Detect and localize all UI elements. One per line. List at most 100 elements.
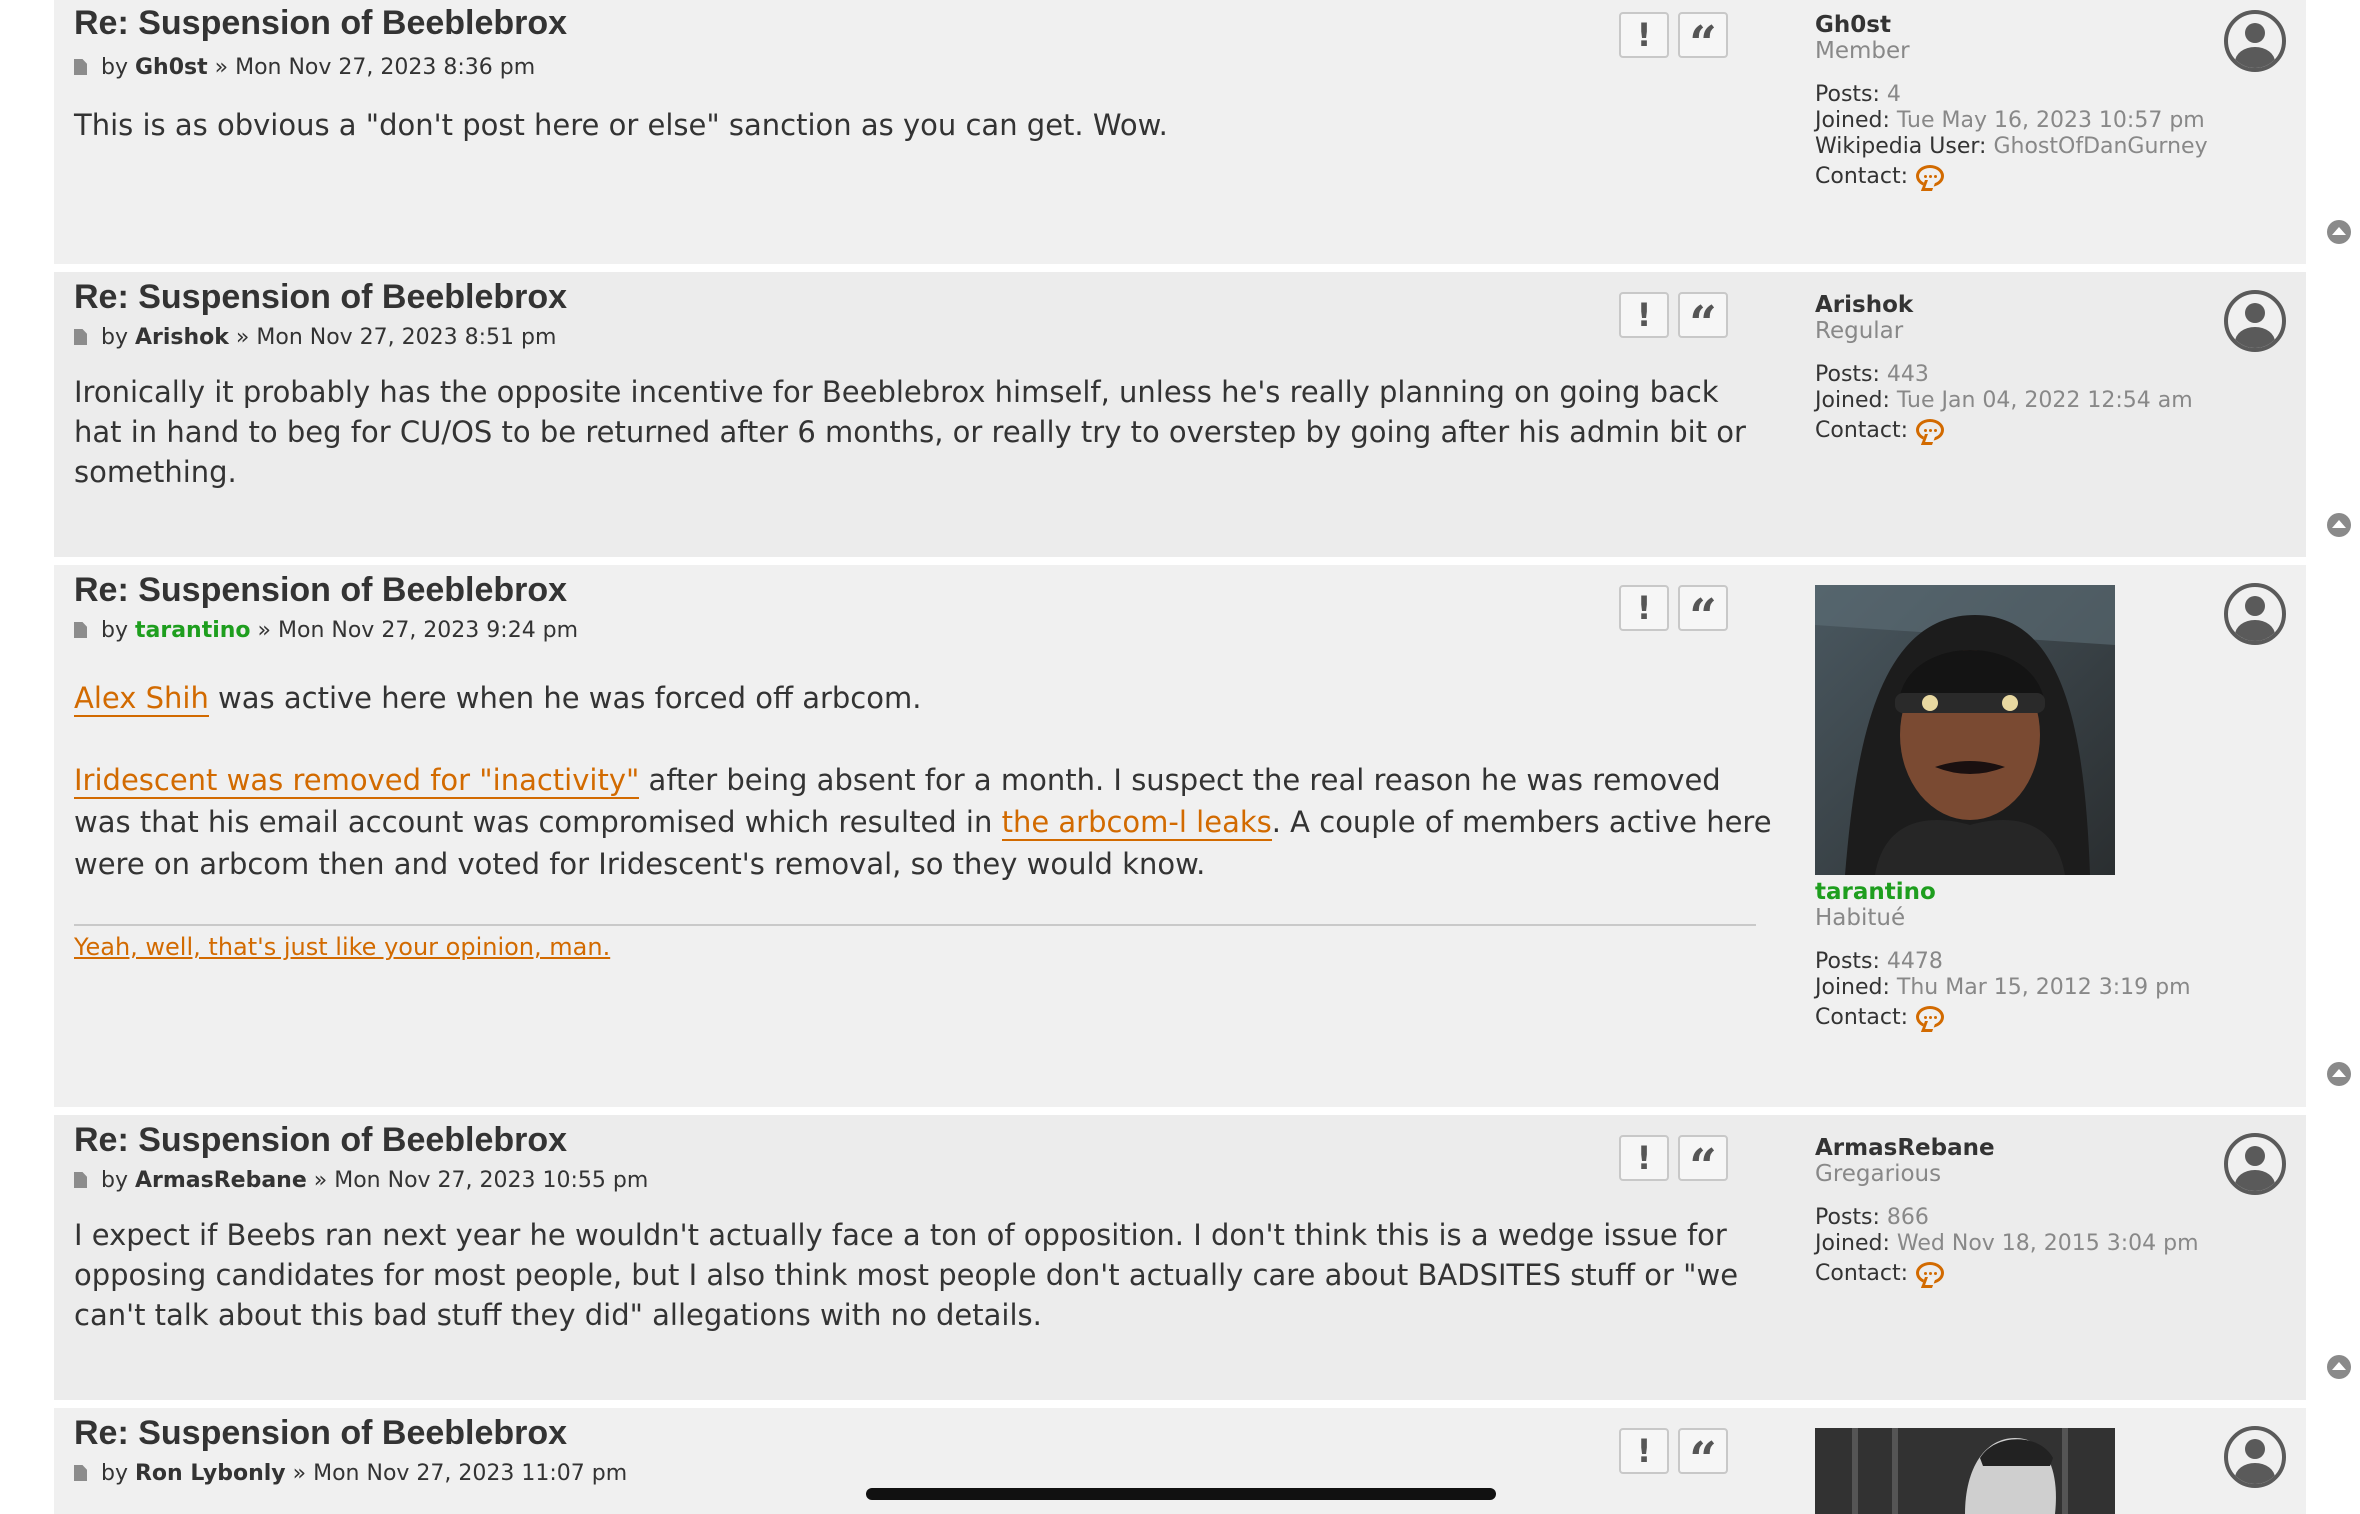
contact-icon[interactable] (1916, 1262, 1945, 1284)
user-profile: tarantino Habitué Posts: 4478 Joined: Th… (1815, 879, 2191, 1031)
home-indicator[interactable] (866, 1488, 1496, 1500)
iridescent-link[interactable]: Iridescent was removed for "inactivity" (74, 763, 640, 799)
paragraph-text: was active here when he was forced off a… (208, 681, 922, 715)
author-link[interactable]: Gh0st (135, 55, 208, 80)
post-text: Ironically it probably has the opposite … (74, 375, 1746, 489)
user-avatar-photo[interactable] (1815, 585, 2115, 875)
quote-icon: “ (1689, 589, 1717, 645)
report-button[interactable]: ! (1619, 1428, 1669, 1474)
posts-count[interactable]: 4 (1887, 82, 1901, 107)
contact-icon[interactable] (1916, 419, 1945, 441)
separator: » (257, 618, 272, 643)
exclamation-icon: ! (1636, 589, 1652, 627)
post-meta: by Ron Lybonly » Mon Nov 27, 2023 11:07 … (74, 1461, 627, 1486)
post-date: Mon Nov 27, 2023 10:55 pm (334, 1168, 649, 1193)
user-avatar-photo[interactable] (1815, 1428, 2115, 1514)
joined-date: Wed Nov 18, 2015 3:04 pm (1896, 1231, 2199, 1256)
quote-button[interactable]: “ (1678, 585, 1728, 641)
profile-posts: Posts: 4478 (1815, 949, 1943, 974)
back-to-top-icon[interactable] (2327, 220, 2351, 244)
post-body: Alex Shih was active here when he was fo… (74, 677, 1774, 885)
quote-button[interactable]: “ (1678, 1428, 1728, 1484)
avatar-icon[interactable] (2224, 583, 2286, 645)
profile-joined: Joined: Thu Mar 15, 2012 3:19 pm (1815, 975, 2191, 1000)
quote-icon: “ (1689, 16, 1717, 72)
post-title[interactable]: Re: Suspension of Beeblebrox (74, 1121, 567, 1160)
post-meta: by ArmasRebane » Mon Nov 27, 2023 10:55 … (74, 1168, 648, 1193)
profile-joined: Joined: Wed Nov 18, 2015 3:04 pm (1815, 1231, 2199, 1256)
report-button[interactable]: ! (1619, 585, 1669, 631)
post-paragraph: Iridescent was removed for "inactivity" … (74, 759, 1774, 885)
post-title[interactable]: Re: Suspension of Beeblebrox (74, 4, 567, 43)
post: Re: Suspension of Beeblebrox by Arishok … (54, 272, 2351, 557)
joined-date: Thu Mar 15, 2012 3:19 pm (1896, 975, 2191, 1000)
avatar-photo-image (1815, 585, 2115, 875)
profile-username[interactable]: ArmasRebane (1815, 1135, 2199, 1161)
author-link[interactable]: ArmasRebane (135, 1168, 307, 1193)
separator: » (292, 1461, 307, 1486)
quote-button[interactable]: “ (1678, 12, 1728, 68)
user-profile: Arishok Regular Posts: 443 Joined: Tue J… (1815, 292, 2193, 444)
arbcom-leaks-link[interactable]: the arbcom-l leaks (1001, 805, 1272, 841)
author-link[interactable]: tarantino (135, 618, 251, 643)
contact-icon[interactable] (1916, 165, 1945, 187)
post-icon[interactable] (74, 329, 87, 345)
post-title[interactable]: Re: Suspension of Beeblebrox (74, 1414, 567, 1453)
report-button[interactable]: ! (1619, 1135, 1669, 1181)
posts-count[interactable]: 443 (1887, 362, 1929, 387)
profile-username[interactable]: tarantino (1815, 879, 2191, 905)
exclamation-icon: ! (1636, 296, 1652, 334)
joined-date: Tue Jan 04, 2022 12:54 am (1896, 388, 2193, 413)
profile-posts: Posts: 443 (1815, 362, 1929, 387)
separator: » (235, 325, 250, 350)
post-text: I expect if Beebs ran next year he would… (74, 1218, 1739, 1332)
avatar-icon[interactable] (2224, 1133, 2286, 1195)
profile-wikipedia-user: Wikipedia User: GhostOfDanGurney (1815, 134, 2208, 159)
report-button[interactable]: ! (1619, 292, 1669, 338)
post: Re: Suspension of Beeblebrox by ArmasReb… (54, 1115, 2351, 1400)
exclamation-icon: ! (1636, 16, 1652, 54)
contact-icon[interactable] (1916, 1006, 1945, 1028)
signature-link[interactable]: Yeah, well, that's just like your opinio… (74, 933, 610, 961)
profile-username[interactable]: Arishok (1815, 292, 2193, 318)
avatar-icon[interactable] (2224, 10, 2286, 72)
author-link[interactable]: Arishok (135, 325, 229, 350)
post-icon[interactable] (74, 1172, 87, 1188)
post-body: Ironically it probably has the opposite … (74, 372, 1774, 492)
post-body: This is as obvious a "don't post here or… (74, 105, 1774, 145)
post-title[interactable]: Re: Suspension of Beeblebrox (74, 571, 567, 610)
quote-button[interactable]: “ (1678, 292, 1728, 348)
alex-shih-link[interactable]: Alex Shih (74, 681, 209, 717)
separator: » (313, 1168, 328, 1193)
back-to-top-icon[interactable] (2327, 513, 2351, 537)
posts-count[interactable]: 866 (1887, 1205, 1929, 1230)
profile-posts: Posts: 4 (1815, 82, 1901, 107)
post-icon[interactable] (74, 622, 87, 638)
profile-joined: Joined: Tue Jan 04, 2022 12:54 am (1815, 388, 2193, 413)
by-word: by (101, 618, 128, 643)
back-to-top-icon[interactable] (2327, 1355, 2351, 1379)
profile-contact: Contact: (1815, 1261, 2199, 1287)
post-date: Mon Nov 27, 2023 8:36 pm (235, 55, 536, 80)
user-profile: ArmasRebane Gregarious Posts: 866 Joined… (1815, 1135, 2199, 1287)
post-paragraph: Alex Shih was active here when he was fo… (74, 677, 1774, 719)
post-icon[interactable] (74, 59, 87, 75)
post-date: Mon Nov 27, 2023 8:51 pm (256, 325, 557, 350)
author-link[interactable]: Ron Lybonly (135, 1461, 286, 1486)
profile-joined: Joined: Tue May 16, 2023 10:57 pm (1815, 108, 2205, 133)
post-meta: by Gh0st » Mon Nov 27, 2023 8:36 pm (74, 55, 535, 80)
post-icon[interactable] (74, 1465, 87, 1481)
profile-rank: Habitué (1815, 905, 1906, 931)
profile-username[interactable]: Gh0st (1815, 12, 2208, 38)
avatar-icon[interactable] (2224, 290, 2286, 352)
posts-count[interactable]: 4478 (1887, 949, 1943, 974)
profile-rank: Gregarious (1815, 1161, 1942, 1187)
back-to-top-icon[interactable] (2327, 1062, 2351, 1086)
post-date: Mon Nov 27, 2023 9:24 pm (278, 618, 579, 643)
joined-date: Tue May 16, 2023 10:57 pm (1896, 108, 2205, 133)
report-button[interactable]: ! (1619, 12, 1669, 58)
avatar-icon[interactable] (2224, 1426, 2286, 1488)
quote-button[interactable]: “ (1678, 1135, 1728, 1191)
post-title[interactable]: Re: Suspension of Beeblebrox (74, 278, 567, 317)
by-word: by (101, 1168, 128, 1193)
